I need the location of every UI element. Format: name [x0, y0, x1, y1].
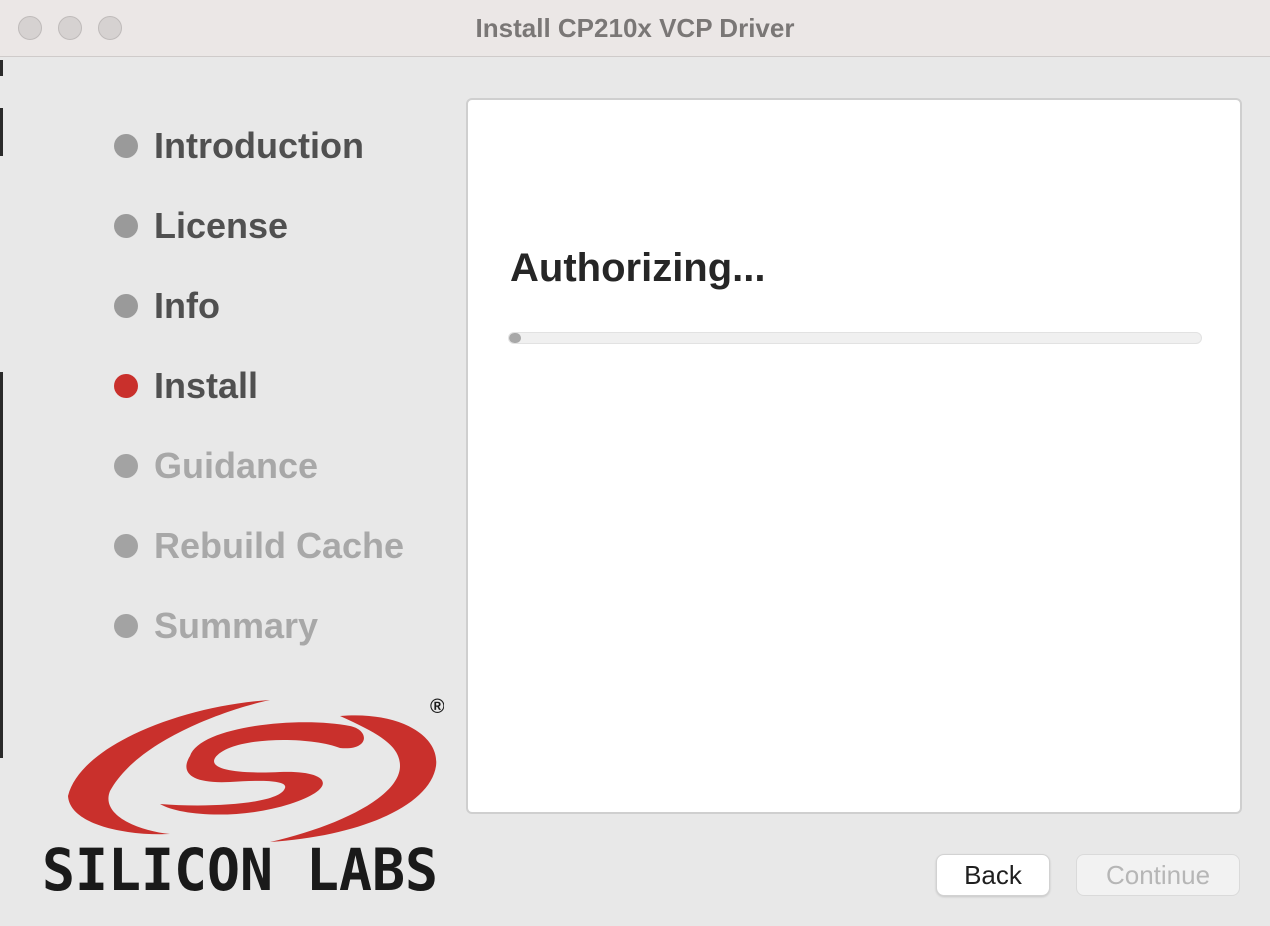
step-guidance: Guidance [112, 440, 318, 492]
window-title: Install CP210x VCP Driver [475, 13, 795, 43]
back-button[interactable]: Back [936, 854, 1050, 896]
status-heading: Authorizing... [510, 246, 766, 290]
step-label: Guidance [154, 445, 319, 486]
logo-swoosh-icon [68, 700, 437, 842]
step-introduction: Introduction [112, 120, 364, 172]
step-label: Summary [154, 605, 319, 646]
step-dot [114, 294, 138, 318]
progress-bar [508, 332, 1202, 344]
step-label: Info [154, 285, 220, 326]
step-summary: Summary [112, 600, 318, 652]
step-rebuild-cache: Rebuild Cache [112, 520, 404, 572]
step-dot [114, 534, 138, 558]
window-edge [0, 372, 3, 758]
step-label: Install [154, 365, 259, 406]
step-dot [114, 454, 138, 478]
continue-button[interactable]: Continue [1076, 854, 1240, 896]
registered-mark: ® [430, 696, 444, 718]
step-install: Install [112, 360, 258, 412]
progress-fill [509, 333, 521, 343]
step-license: License [112, 200, 288, 252]
installer-window: Install CP210x VCP Driver Introduction L… [0, 0, 1270, 926]
window-edge [0, 108, 3, 156]
step-dot-current [114, 374, 138, 398]
step-dot [114, 134, 138, 158]
step-label: License [154, 205, 289, 246]
step-dot [114, 214, 138, 238]
step-label: Introduction [154, 125, 364, 166]
silicon-labs-logo: ® SILICON LABS [42, 696, 444, 896]
step-label: Rebuild Cache [154, 525, 405, 566]
logo-wordmark: SILICON LABS [42, 836, 438, 896]
content-panel: Authorizing... [466, 98, 1242, 814]
step-dot [114, 614, 138, 638]
step-info: Info [112, 280, 220, 332]
window-edge [0, 60, 3, 76]
title-bar: Install CP210x VCP Driver [0, 0, 1270, 57]
